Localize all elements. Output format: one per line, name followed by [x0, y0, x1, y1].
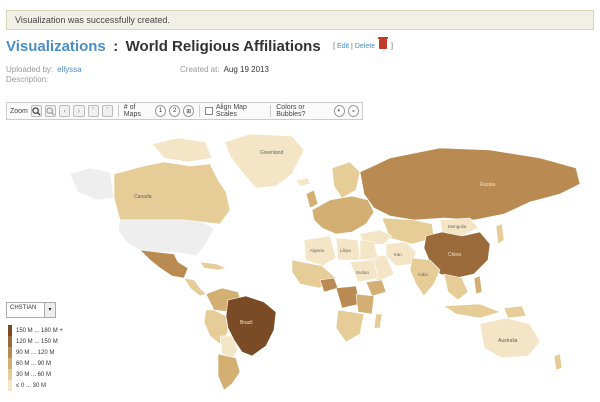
legend-item: 120 M ... 150 M: [8, 336, 63, 347]
trash-icon[interactable]: [378, 37, 389, 49]
country-canada-islands[interactable]: [151, 137, 213, 163]
map-label-greenland: Greenland: [260, 150, 284, 156]
legend-label: 120 M ... 150 M: [16, 338, 58, 345]
page-title: Visualizations : World Religious Affilia…: [6, 37, 393, 58]
map-label-sudan: Sudan: [356, 270, 370, 275]
pan-up-icon[interactable]: ˆ: [87, 105, 99, 117]
map-label-russia: Russia: [480, 182, 496, 188]
bubbles-mode-icon[interactable]: ∘: [347, 105, 360, 117]
country-new-zealand[interactable]: [553, 353, 563, 371]
country-russia[interactable]: [359, 147, 581, 221]
page: Visualization was successfully created. …: [0, 0, 600, 402]
country-ethiopia[interactable]: [365, 279, 387, 297]
toolbar-divider: [117, 105, 119, 117]
one-map-button[interactable]: 1: [154, 105, 167, 117]
legend-swatch: [8, 369, 12, 380]
legend-swatch: [8, 380, 12, 391]
legend-item: 60 M ... 90 M: [8, 358, 63, 369]
visualizations-link[interactable]: Visualizations: [6, 38, 106, 55]
world-map[interactable]: Greenland Canada Brazil Russia Mongolia …: [60, 128, 590, 391]
zoom-label: Zoom: [10, 107, 28, 115]
country-scandinavia[interactable]: [331, 161, 361, 199]
country-caribbean[interactable]: [199, 261, 227, 271]
legend-label: 30 M ... 60 M: [16, 371, 52, 378]
pan-right-icon[interactable]: ›: [73, 105, 85, 117]
region-east-africa[interactable]: [355, 293, 375, 315]
pan-left-icon[interactable]: ‹: [59, 105, 71, 117]
uploaded-by: Uploaded by: ellyssa: [6, 65, 82, 74]
legend-label: 60 M ... 90 M: [16, 360, 52, 367]
map-label-australia: Australia: [498, 338, 518, 344]
description: Description:: [6, 75, 49, 84]
legend-swatch: [8, 347, 12, 358]
legend-label: ≤ 0 ... 30 M: [16, 382, 46, 389]
country-greenland[interactable]: [224, 133, 305, 189]
map-label-brazil: Brazil: [240, 320, 253, 326]
legend-swatch: [8, 358, 12, 369]
country-argentina[interactable]: [217, 353, 241, 391]
notice-text: Visualization was successfully created.: [15, 15, 170, 25]
visualization-title: World Religious Affiliations: [125, 38, 321, 55]
pan-down-icon[interactable]: ˇ: [101, 105, 113, 117]
region-southern-africa[interactable]: [335, 309, 365, 343]
country-philippines[interactable]: [473, 275, 483, 295]
country-papua[interactable]: [503, 305, 527, 319]
edit-link[interactable]: Edit: [337, 43, 349, 50]
legend-swatch: [8, 336, 12, 347]
region-europe[interactable]: [311, 195, 375, 235]
legend-item: 90 M ... 120 M: [8, 347, 63, 358]
map-legend: 150 M ... 180 M + 120 M ... 150 M 90 M .…: [8, 325, 63, 391]
map-label-algeria: Algeria: [310, 248, 325, 253]
align-scales-label: Align Map Scales: [215, 104, 247, 118]
country-mexico[interactable]: [139, 249, 189, 279]
country-central-america[interactable]: [183, 277, 207, 297]
two-maps-button[interactable]: 2: [169, 105, 181, 117]
legend-item: ≤ 0 ... 30 M: [8, 380, 63, 391]
maps-count-label: # of Maps: [123, 104, 141, 118]
region-southeast-asia[interactable]: [443, 273, 469, 301]
toolbar-divider: [199, 105, 201, 117]
title-separator: :: [113, 38, 119, 55]
country-iceland[interactable]: [295, 177, 311, 187]
country-indonesia[interactable]: [443, 303, 501, 319]
legend-item: 30 M ... 60 M: [8, 369, 63, 380]
map-label-iran: Iran: [394, 252, 402, 257]
zoom-in-icon[interactable]: [30, 105, 43, 117]
country-canada[interactable]: [113, 161, 231, 225]
map-label-china: China: [448, 252, 461, 258]
legend-label: 150 M ... 180 M +: [16, 327, 63, 334]
country-uk[interactable]: [305, 189, 319, 209]
country-alaska[interactable]: [69, 167, 115, 201]
map-label-canada: Canada: [134, 194, 152, 200]
colors-mode-icon[interactable]: ◐: [333, 105, 345, 117]
religion-select[interactable]: CHSTIAN ▾: [6, 302, 56, 318]
map-label-libya: Libya: [340, 248, 351, 253]
zoom-out-icon[interactable]: [45, 105, 57, 117]
chevron-down-icon[interactable]: ▾: [44, 303, 55, 317]
delete-link[interactable]: Delete: [355, 43, 375, 50]
map-label-india: India: [418, 272, 428, 277]
country-japan[interactable]: [495, 223, 505, 245]
legend-swatch: [8, 325, 12, 336]
toolbar-divider: [270, 105, 272, 117]
success-notice: Visualization was successfully created.: [6, 10, 594, 30]
title-actions: [ Edit | Delete ]: [333, 37, 393, 50]
legend-item: 150 M ... 180 M +: [8, 325, 63, 336]
religion-select-value: CHSTIAN: [10, 305, 37, 311]
country-nigeria[interactable]: [319, 277, 339, 293]
map-label-mongolia: Mongolia: [448, 224, 467, 229]
map-toolbar: Zoom ‹ › ˆ ˇ # of Maps 1 2 ⊞ Align Map S…: [6, 102, 363, 120]
multi-maps-icon[interactable]: ⊞: [183, 105, 195, 117]
country-usa[interactable]: [117, 219, 215, 257]
legend-label: 90 M ... 120 M: [16, 349, 55, 356]
align-scales-checkbox[interactable]: [205, 107, 213, 115]
created-at: Created at: Aug 19 2013: [180, 65, 269, 74]
country-madagascar[interactable]: [373, 313, 383, 329]
colors-bubbles-label: Colors or Bubbles?: [276, 104, 306, 118]
uploader-link[interactable]: ellyssa: [57, 65, 81, 74]
